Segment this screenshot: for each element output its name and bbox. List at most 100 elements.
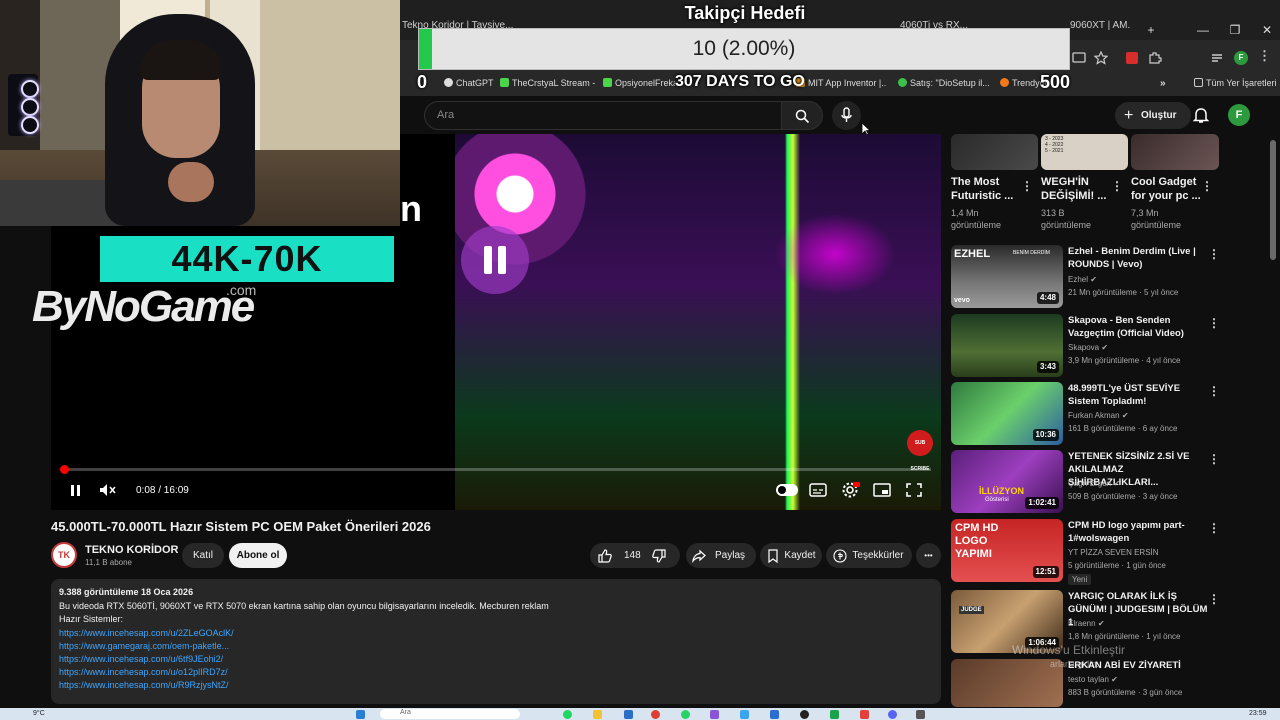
- extension-icon[interactable]: [1126, 52, 1138, 64]
- like-icon[interactable]: [598, 549, 612, 563]
- weather-widget[interactable]: 9°C: [33, 710, 45, 717]
- create-button[interactable]: + Oluştur: [1115, 102, 1191, 129]
- bookmarks-overflow-icon[interactable]: »: [1160, 78, 1166, 89]
- taskbar-search[interactable]: Ara: [380, 709, 520, 719]
- short-menu-icon[interactable]: ⋮: [1111, 179, 1123, 193]
- recommended-channel[interactable]: Ezhel ✔: [1068, 275, 1097, 284]
- description-link[interactable]: https://www.incehesap.com/u/R9RzjysNtZ/: [59, 680, 229, 690]
- progress-scrubber[interactable]: [60, 465, 69, 474]
- more-actions-button[interactable]: •••: [916, 543, 941, 568]
- progress-bar[interactable]: [61, 468, 931, 471]
- account-avatar[interactable]: F: [1228, 104, 1250, 126]
- file-explorer-icon[interactable]: [593, 710, 602, 719]
- join-button[interactable]: Katıl: [182, 543, 224, 568]
- settings-gear-icon[interactable]: [840, 481, 860, 499]
- subscribe-button[interactable]: Abone ol: [229, 543, 287, 568]
- description-box[interactable]: 9.388 görüntüleme 18 Oca 2026 Bu videoda…: [51, 579, 941, 704]
- video-thumbnail[interactable]: 3:43: [951, 314, 1063, 377]
- video-thumbnail[interactable]: İLLÜZYON Gösterisi 1:02:41: [951, 450, 1063, 513]
- close-window-button[interactable]: ✕: [1250, 20, 1280, 40]
- vscode-icon[interactable]: [624, 710, 633, 719]
- short-menu-icon[interactable]: ⋮: [1021, 179, 1033, 193]
- video-menu-icon[interactable]: ⋮: [1208, 592, 1220, 606]
- short-title[interactable]: Cool Gadget for your pc ...: [1131, 175, 1201, 203]
- bookmark-dio[interactable]: Satış: "DioSetup il...: [898, 78, 990, 88]
- app-icon[interactable]: [830, 710, 839, 719]
- install-app-icon[interactable]: [1072, 51, 1086, 65]
- visual-studio-icon[interactable]: [710, 710, 719, 719]
- search-input[interactable]: Ara: [437, 109, 454, 121]
- video-thumbnail[interactable]: 10:36: [951, 382, 1063, 445]
- short-title[interactable]: WEGH'İN DEĞİŞİMİ! ...: [1041, 175, 1111, 203]
- minimize-button[interactable]: —: [1186, 20, 1220, 40]
- extensions-puzzle-icon[interactable]: [1148, 51, 1162, 65]
- recommended-channel[interactable]: YT PİZZA SEVEN ERSİN: [1068, 548, 1159, 557]
- recommended-channel[interactable]: Çağrı Ergün ✔: [1068, 479, 1120, 488]
- video-menu-icon[interactable]: ⋮: [1208, 316, 1220, 330]
- bookmark-stream[interactable]: TheCrstyaL Stream -...: [500, 78, 595, 88]
- tab-search-icon[interactable]: [1210, 51, 1224, 65]
- video-menu-icon[interactable]: ⋮: [1208, 247, 1220, 261]
- voice-search-button[interactable]: [832, 101, 861, 130]
- telegram-icon[interactable]: [740, 710, 749, 719]
- pause-button[interactable]: [65, 481, 85, 499]
- short-thumbnail[interactable]: [1131, 134, 1219, 170]
- spotify-icon[interactable]: [563, 710, 572, 719]
- short-thumbnail[interactable]: 3 - 2023 4 - 2022 5 - 2021: [1041, 134, 1128, 170]
- app-icon[interactable]: [770, 710, 779, 719]
- description-link[interactable]: https://www.incehesap.com/u/o12plIRD7z/: [59, 667, 228, 677]
- fullscreen-button[interactable]: [904, 481, 924, 499]
- share-button[interactable]: Paylaş: [686, 543, 756, 568]
- start-button-icon[interactable]: [356, 710, 365, 719]
- search-button[interactable]: [781, 101, 823, 130]
- dislike-icon[interactable]: [652, 549, 666, 563]
- video-thumbnail[interactable]: EZHEL BENİM DERDİM vevo 4:48: [951, 245, 1063, 308]
- github-icon[interactable]: [800, 710, 809, 719]
- recommended-channel[interactable]: Furkan Akman ✔: [1068, 411, 1129, 420]
- recommended-video-title[interactable]: Skapova - Ben Senden Vazgeçtim (Official…: [1068, 314, 1208, 340]
- video-menu-icon[interactable]: ⋮: [1208, 452, 1220, 466]
- subtitles-button[interactable]: [808, 481, 828, 499]
- chrome-icon[interactable]: [651, 710, 660, 719]
- all-bookmarks[interactable]: Tüm Yer İşaretleri: [1194, 78, 1277, 88]
- description-link[interactable]: https://www.gamegaraj.com/oem-paketle...: [59, 641, 229, 651]
- recommended-video-title[interactable]: 48.999TL'ye ÜST SEVİYE Sistem Topladım!: [1068, 382, 1208, 408]
- recommended-video-title[interactable]: Ezhel - Benim Derdim (Live | ROUNDS | Ve…: [1068, 245, 1208, 271]
- restore-button[interactable]: ❐: [1218, 20, 1252, 40]
- notifications-bell-icon[interactable]: [1190, 104, 1212, 126]
- recommended-video-title[interactable]: CPM HD logo yapımı part-1#wolswagen: [1068, 519, 1208, 545]
- page-scrollbar[interactable]: [1270, 140, 1276, 260]
- video-thumbnail[interactable]: CPM HD LOGO YAPIMI 12:51: [951, 519, 1063, 582]
- video-menu-icon[interactable]: ⋮: [1208, 384, 1220, 398]
- video-menu-icon[interactable]: ⋮: [1208, 521, 1220, 535]
- short-title[interactable]: The Most Futuristic ...: [951, 175, 1021, 203]
- bookmark-star-icon[interactable]: [1094, 51, 1108, 65]
- channel-avatar[interactable]: TK: [51, 542, 77, 568]
- recommended-channel[interactable]: testo taylan ✔: [1068, 675, 1118, 684]
- short-menu-icon[interactable]: ⋮: [1201, 179, 1213, 193]
- discord-icon[interactable]: [888, 710, 897, 719]
- thanks-button[interactable]: Teşekkürler: [826, 543, 912, 568]
- browser-menu-icon[interactable]: ⋮: [1258, 48, 1271, 64]
- app-icon[interactable]: [860, 710, 869, 719]
- whatsapp-icon[interactable]: [681, 710, 690, 719]
- autoplay-toggle[interactable]: [776, 484, 798, 496]
- bookmark-frekans[interactable]: OpsiyonelFrekans...: [603, 78, 675, 88]
- bookmark-mit[interactable]: MIT App Inventor |...: [796, 78, 886, 88]
- search-box[interactable]: Ara: [424, 101, 782, 130]
- video-thumbnail[interactable]: [951, 659, 1063, 707]
- profile-avatar[interactable]: F: [1234, 51, 1248, 65]
- recommended-channel[interactable]: Elraenn ✔: [1068, 619, 1105, 628]
- system-clock[interactable]: 23:59: [1249, 710, 1267, 717]
- short-thumbnail[interactable]: [951, 134, 1038, 170]
- description-link[interactable]: https://www.incehesap.com/u/2ZLeGOAclK/: [59, 628, 234, 638]
- browser-tab-active[interactable]: 9060XT | AM...: [1070, 20, 1130, 40]
- bookmark-chatgpt[interactable]: ChatGPT: [444, 78, 494, 88]
- calculator-icon[interactable]: [916, 710, 925, 719]
- miniplayer-button[interactable]: [872, 481, 892, 499]
- save-button[interactable]: Kaydet: [760, 543, 822, 568]
- new-tab-button[interactable]: +: [1134, 20, 1168, 40]
- description-link[interactable]: https://www.incehesap.com/u/6tf9JEohi2/: [59, 654, 223, 664]
- recommended-channel[interactable]: Skapova ✔: [1068, 343, 1108, 352]
- mute-button[interactable]: [97, 481, 117, 499]
